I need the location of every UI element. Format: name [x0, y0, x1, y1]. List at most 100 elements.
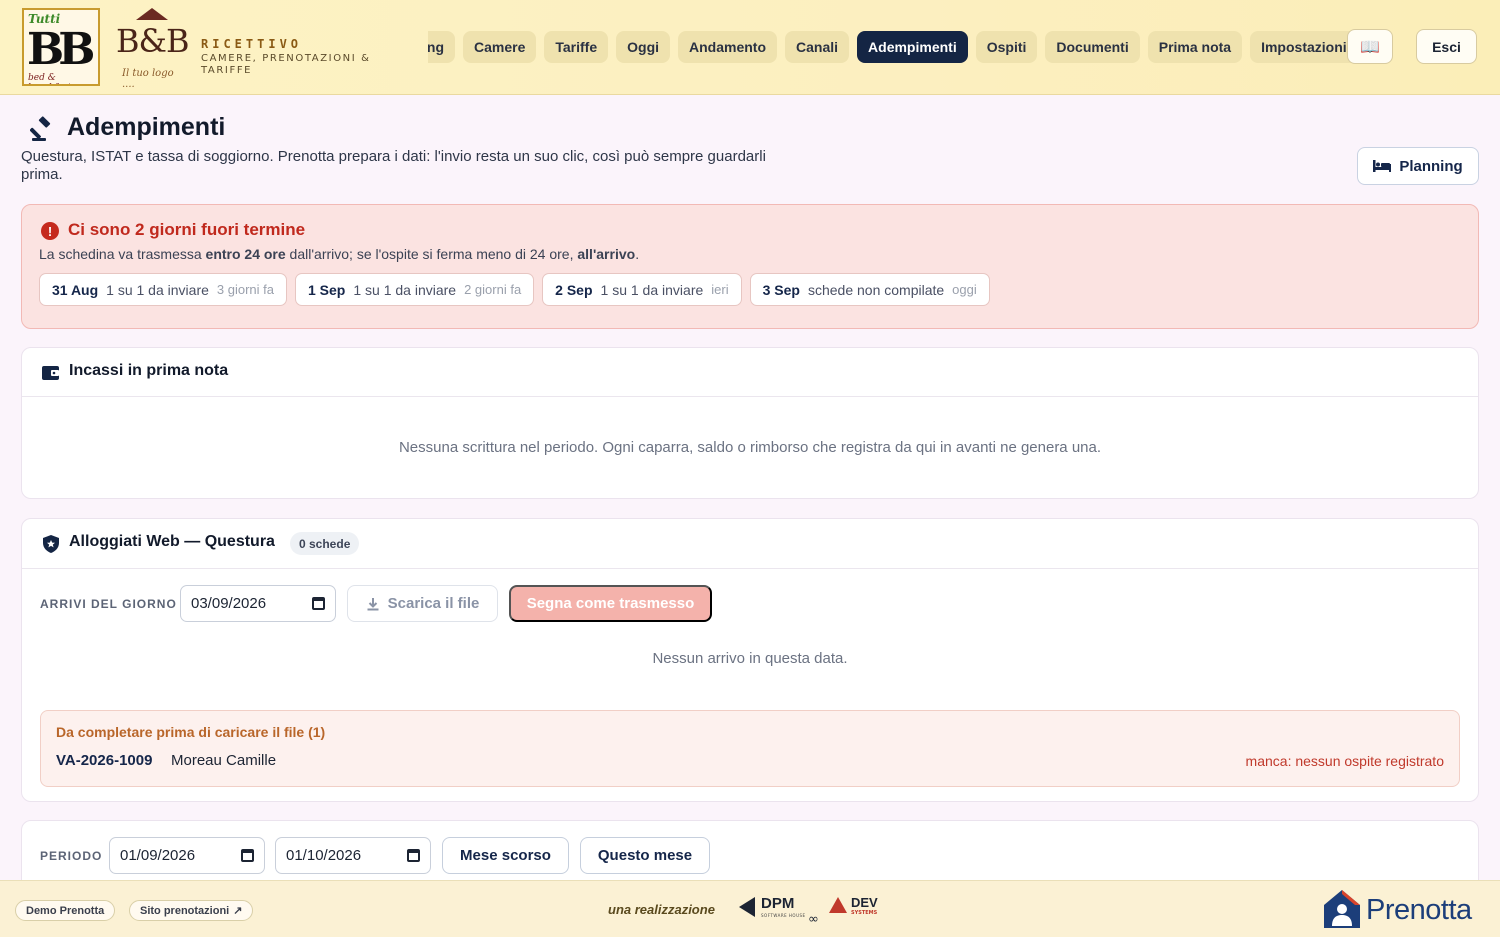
booking-site-label: Sito prenotazioni [140, 904, 230, 917]
house-logo-text: B&B [116, 22, 190, 60]
nav-item-planning-partial[interactable]: ng [428, 31, 455, 63]
footer: Demo Prenotta Sito prenotazioni ↗ una re… [0, 880, 1500, 937]
top-header: Tutti BB bed & breakfast B&B Il tuo logo… [0, 0, 1500, 95]
alert-text-bold: entro 24 ore [205, 246, 286, 262]
arrivals-label: ARRIVI DEL GIORNO [40, 597, 177, 611]
infinity-icon: ∞ [808, 912, 819, 927]
nav-item-prima-nota[interactable]: Prima nota [1147, 31, 1243, 63]
chip-date: 1 Sep [307, 281, 346, 298]
planning-label: Planning [1399, 157, 1463, 175]
chip-age: 3 giorni fa [216, 282, 274, 297]
overdue-day-chip[interactable]: 31 Aug 1 su 1 da inviare 3 giorni fa [39, 273, 287, 306]
alert-text-bold: all'arrivo [577, 246, 636, 262]
period-label: PERIODO [40, 849, 103, 863]
demo-badge[interactable]: Demo Prenotta [15, 900, 116, 921]
chip-age: ieri [711, 282, 729, 297]
chip-date: 2 Sep [555, 281, 593, 298]
house-roof-icon [136, 8, 168, 20]
download-label: Scarica il file [387, 595, 480, 612]
exclamation-icon: ! [41, 222, 59, 240]
incomplete-records-box: Da completare prima di caricare il file … [40, 710, 1460, 787]
nav-item-documenti[interactable]: Documenti [1045, 31, 1140, 63]
wallet-icon [42, 366, 59, 380]
overdue-day-chip[interactable]: 2 Sep 1 su 1 da inviare ieri [542, 273, 742, 306]
logout-button[interactable]: Esci [1416, 29, 1477, 64]
nav-item-impostazioni[interactable]: Impostazioni [1250, 31, 1358, 63]
dpm-logo-subtext: SOFTWARE HOUSE [761, 913, 806, 918]
chip-age: oggi [952, 282, 977, 297]
alert-title: Ci sono 2 giorni fuori termine [68, 220, 306, 239]
dpm-logo-text: DPM [761, 895, 795, 912]
last-month-button[interactable]: Mese scorso [442, 837, 569, 874]
chip-date: 3 Sep [762, 281, 800, 298]
brand-subtitle: CAMERE, PRENOTAZIONI & TARIFFE [201, 53, 371, 76]
house-logo-tagline: Il tuo logo .... [122, 68, 174, 90]
planning-button[interactable]: Planning [1357, 147, 1479, 185]
arrivals-date-value: 03/09/2026 [191, 595, 267, 612]
nav-item-oggi[interactable]: Oggi [616, 31, 671, 63]
dpm-arrow-icon [739, 897, 755, 917]
questura-card: Alloggiati Web — Questura 0 schede ARRIV… [21, 518, 1479, 802]
no-arrivals-message: Nessun arrivo in questa data. [652, 650, 848, 667]
mark-transmitted-button[interactable]: Segna come trasmesso [509, 585, 712, 622]
bed-icon [1373, 160, 1392, 172]
external-link-icon: ↗ [233, 905, 243, 917]
bb-logo: Tutti BB bed & breakfast [22, 8, 100, 86]
prenotta-wordmark: Prenotta [1366, 894, 1472, 926]
chip-status: 1 su 1 da inviare [600, 281, 704, 298]
nav-item-adempimenti[interactable]: Adempimenti [857, 31, 968, 63]
dev-triangle-icon [829, 897, 847, 913]
prenotta-logo: Prenotta [1322, 887, 1490, 933]
arrivals-date-input[interactable]: 03/09/2026 [180, 585, 336, 622]
period-to-value: 01/10/2026 [286, 847, 362, 864]
calendar-icon[interactable] [241, 849, 254, 862]
download-file-button[interactable]: Scarica il file [347, 585, 498, 622]
period-from-value: 01/09/2026 [120, 847, 196, 864]
page-description: Questura, ISTAT e tassa di soggiorno. Pr… [21, 148, 766, 183]
questura-card-header: Alloggiati Web — Questura 0 schede [22, 519, 1478, 569]
brand-title: RICETTIVO [201, 37, 303, 51]
nav-item-canali[interactable]: Canali [785, 31, 850, 63]
page-title: Adempimenti [67, 113, 226, 141]
schede-count-badge: 0 schede [290, 532, 360, 555]
guide-button[interactable]: 📖 [1347, 29, 1393, 64]
questura-title: Alloggiati Web — Questura [69, 533, 275, 550]
logo-letters: BB [27, 24, 95, 75]
shield-icon [43, 535, 59, 553]
booking-site-link[interactable]: Sito prenotazioni ↗ [129, 900, 254, 921]
guest-name: Moreau Camille [171, 752, 277, 769]
chip-age: 2 giorni fa [464, 282, 522, 297]
period-to-input[interactable]: 01/10/2026 [275, 837, 431, 874]
dev-logo-subtext: SYSTEMS [851, 910, 878, 916]
main-nav: ng Camere Tariffe Oggi Andamento Canali … [428, 31, 1358, 63]
nav-item-tariffe[interactable]: Tariffe [544, 31, 609, 63]
book-icon: 📖 [1360, 38, 1380, 56]
prenotta-house-icon [1324, 890, 1360, 928]
logo-caption: bed & breakfast [28, 73, 71, 84]
dpm-logo: DPM SOFTWARE HOUSE [739, 895, 809, 925]
alert-text-part: La schedina va trasmessa [39, 246, 206, 262]
incassi-card-header: Incassi in prima nota [22, 348, 1478, 397]
calendar-icon[interactable] [407, 849, 420, 862]
incassi-empty-message: Nessuna scrittura nel periodo. Ogni capa… [398, 439, 1102, 456]
chip-status: 1 su 1 da inviare [353, 281, 457, 298]
alert-text-part: dall'arrivo; se l'ospite si ferma meno d… [285, 246, 578, 262]
dev-logo: DEV SYSTEMS [829, 895, 889, 925]
alert-text: La schedina va trasmessa entro 24 ore da… [39, 246, 639, 262]
nav-item-ospiti[interactable]: Ospiti [975, 31, 1038, 63]
chip-date: 31 Aug [52, 281, 99, 298]
overdue-day-chip[interactable]: 3 Sep schede non compilate oggi [749, 273, 990, 306]
download-icon [367, 597, 379, 610]
overdue-day-chip[interactable]: 1 Sep 1 su 1 da inviare 2 giorni fa [294, 273, 535, 306]
period-from-input[interactable]: 01/09/2026 [109, 837, 265, 874]
this-month-button[interactable]: Questo mese [580, 837, 710, 874]
booking-code-link[interactable]: VA-2026-1009 [56, 752, 152, 769]
incassi-title: Incassi in prima nota [69, 362, 229, 379]
alert-text-part: . [635, 246, 640, 262]
missing-reason: manca: nessun ospite registrato [1245, 753, 1444, 769]
chip-status: schede non compilate [807, 281, 945, 298]
calendar-icon[interactable] [312, 597, 325, 610]
nav-item-andamento[interactable]: Andamento [678, 31, 778, 63]
nav-item-camere[interactable]: Camere [463, 31, 537, 63]
deadline-alert: ! Ci sono 2 giorni fuori termine La sche… [21, 204, 1479, 329]
